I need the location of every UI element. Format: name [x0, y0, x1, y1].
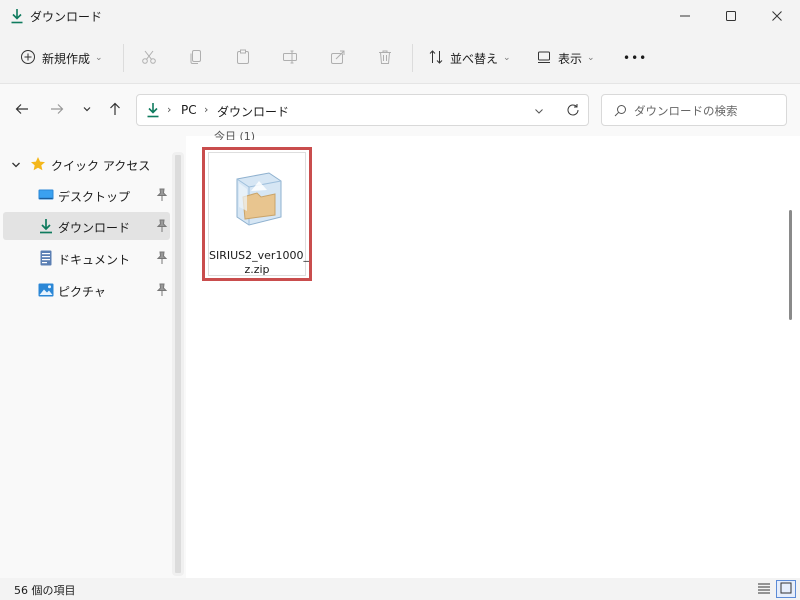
new-button[interactable]: 新規作成 ⌄ [20, 44, 103, 72]
sidebar-item-documents[interactable]: ドキュメント [3, 244, 170, 272]
separator [123, 44, 124, 72]
sidebar-item-label: ピクチャ [58, 285, 106, 299]
star-icon [30, 156, 46, 175]
new-button-label: 新規作成 [42, 51, 91, 66]
copy-button[interactable] [188, 44, 204, 72]
breadcrumb-downloads[interactable]: ダウンロード [217, 103, 289, 120]
copy-icon [188, 49, 204, 68]
view-icon [536, 49, 552, 68]
up-button[interactable] [103, 98, 127, 122]
chevron-down-icon: ⌄ [587, 53, 595, 63]
status-bar: 56 個の項目 [0, 578, 800, 600]
window-title: ダウンロード [30, 10, 103, 24]
arrow-left-icon [15, 102, 29, 119]
plus-circle-icon [20, 49, 36, 68]
back-button[interactable] [10, 98, 34, 122]
sort-button[interactable]: 並べ替え ⌄ [428, 44, 511, 72]
more-icon: ••• [623, 51, 648, 65]
paste-button[interactable] [235, 44, 251, 72]
sidebar-item-label: デスクトップ [58, 190, 131, 204]
search-input[interactable]: ダウンロードの検索 [601, 94, 787, 126]
download-icon [38, 218, 54, 234]
desktop-icon [38, 187, 54, 203]
maximize-button[interactable] [708, 0, 754, 32]
share-button[interactable] [330, 44, 346, 72]
sidebar-item-label: ダウンロード [58, 221, 131, 235]
document-icon [38, 250, 54, 266]
nav-scrollbar[interactable] [172, 152, 184, 576]
refresh-icon [567, 104, 579, 116]
search-icon [614, 104, 627, 120]
cut-button[interactable] [141, 44, 157, 72]
sidebar-item-label: クイック アクセス [51, 159, 151, 173]
sidebar-item-downloads[interactable]: ダウンロード [3, 212, 170, 240]
pin-icon [156, 283, 168, 297]
breadcrumb-pc[interactable]: PC [181, 103, 197, 117]
details-view-button[interactable] [754, 580, 774, 598]
forward-button[interactable] [45, 98, 69, 122]
command-bar: 新規作成 ⌄ 並べ替え ⌄ 表示 ⌄ ••• [0, 32, 800, 84]
share-icon [330, 49, 346, 68]
address-history-button[interactable] [534, 105, 544, 119]
recent-locations-button[interactable] [75, 98, 99, 122]
trash-icon [377, 49, 393, 68]
sidebar-item-desktop[interactable]: デスクトップ [3, 181, 170, 209]
view-button[interactable]: 表示 ⌄ [536, 44, 595, 72]
chevron-down-icon [82, 103, 92, 117]
sidebar-item-label: ドキュメント [58, 253, 131, 267]
title-bar: ダウンロード [0, 0, 800, 32]
refresh-button[interactable] [566, 103, 580, 120]
pin-icon [156, 188, 168, 202]
arrow-right-icon [50, 102, 64, 119]
picture-icon [38, 282, 54, 298]
tiles-view-button[interactable] [776, 580, 796, 598]
view-button-label: 表示 [558, 51, 583, 66]
chevron-down-icon: ⌄ [95, 53, 103, 63]
list-icon [758, 582, 770, 597]
download-icon [10, 8, 24, 24]
pin-icon [156, 219, 168, 233]
rename-button[interactable] [282, 44, 298, 72]
sidebar-item-quick-access[interactable]: クイック アクセス [3, 150, 170, 178]
address-row: › PC › ダウンロード ダウンロードの検索 [0, 84, 800, 136]
group-header[interactable]: 今日 (1) [214, 128, 255, 140]
address-bar[interactable]: › PC › ダウンロード [136, 94, 589, 126]
chevron-down-icon: ⌄ [503, 53, 511, 63]
clipboard-icon [235, 49, 251, 68]
chevron-down-icon[interactable] [11, 159, 21, 173]
separator [412, 44, 413, 72]
scissors-icon [141, 49, 157, 68]
content-scrollbar[interactable] [789, 210, 792, 320]
sort-icon [428, 49, 444, 68]
close-button[interactable] [754, 0, 800, 32]
rename-icon [282, 49, 298, 68]
pin-icon [156, 251, 168, 265]
breadcrumb-separator: › [167, 103, 172, 116]
sort-button-label: 並べ替え [450, 51, 499, 66]
breadcrumb-separator: › [204, 103, 209, 116]
more-options-button[interactable]: ••• [623, 44, 647, 72]
chevron-down-icon [535, 109, 543, 114]
item-count: 56 個の項目 [14, 584, 76, 597]
download-icon [146, 102, 160, 121]
sidebar-item-pictures[interactable]: ピクチャ [3, 276, 170, 304]
delete-button[interactable] [377, 44, 393, 72]
highlight-box [202, 147, 312, 281]
search-placeholder: ダウンロードの検索 [634, 104, 738, 118]
tile-icon [780, 582, 792, 597]
arrow-up-icon [108, 102, 122, 119]
minimize-button[interactable] [662, 0, 708, 32]
